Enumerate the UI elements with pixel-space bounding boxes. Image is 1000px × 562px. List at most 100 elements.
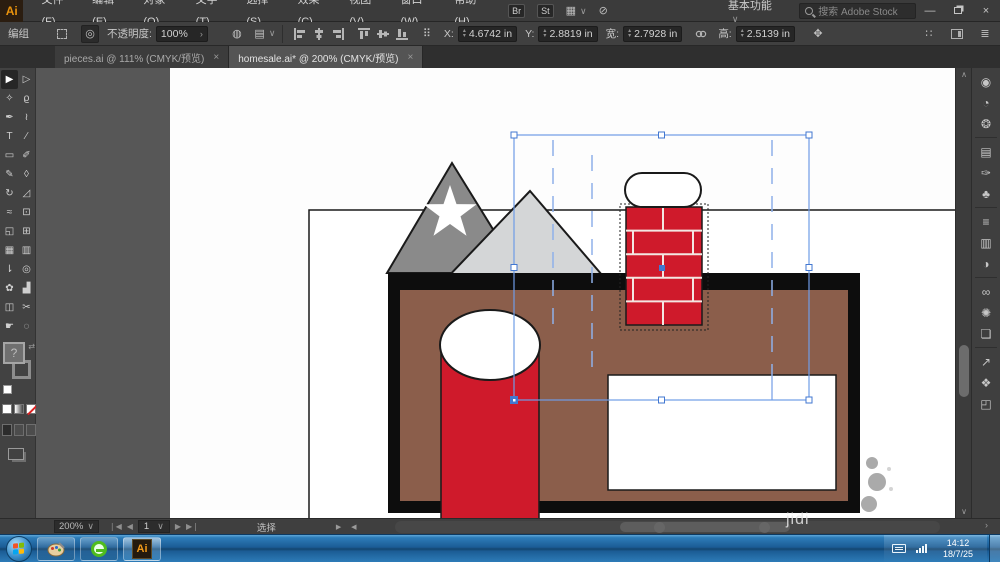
panel-collapse-icon[interactable] (948, 25, 966, 43)
show-desktop-button[interactable] (989, 535, 1000, 562)
stepper-icon[interactable]: ▴▾ (741, 29, 744, 39)
selection-tool[interactable]: ▶ (1, 70, 18, 89)
bounding-box-icon[interactable] (53, 25, 71, 43)
handle-bottom-mid[interactable] (659, 397, 665, 403)
tab-close-icon[interactable]: × (213, 52, 219, 63)
restore-button[interactable] (944, 0, 972, 22)
close-button[interactable]: × (972, 0, 1000, 22)
vertical-scrollbar[interactable]: ∧ ∨ (955, 68, 971, 518)
vertical-scroll-thumb[interactable] (959, 345, 969, 397)
y-input[interactable]: ▴▾2.8819 in (538, 26, 597, 42)
scroll-down-icon[interactable]: ∨ (956, 507, 972, 516)
rotate-tool[interactable]: ↻ (1, 184, 18, 203)
handle-mid-right[interactable] (806, 265, 812, 271)
tab-pieces[interactable]: pieces.ai @ 111% (CMYK/预览) × (55, 46, 229, 68)
transform-icon[interactable]: ✥ (809, 25, 827, 43)
artboard-number-dropdown[interactable]: 1 ∨ (138, 520, 170, 533)
door-shape[interactable] (608, 375, 836, 490)
color-swatch-button[interactable] (2, 404, 12, 414)
tab-close-icon[interactable]: × (407, 52, 413, 63)
hand-tool[interactable]: ☛ (1, 317, 18, 336)
links-panel-icon[interactable]: ❏ (974, 323, 998, 344)
draw-behind-mode-button[interactable] (14, 424, 24, 436)
curvature-tool[interactable]: ≀ (18, 108, 35, 127)
next-artboard-button[interactable]: ▶ (175, 522, 181, 531)
align-top-button[interactable] (356, 26, 373, 42)
prev-artboard-button[interactable]: ◀ (127, 522, 133, 531)
blend-tool[interactable]: ◎ (18, 260, 35, 279)
pen-tool[interactable]: ✒ (1, 108, 18, 127)
draw-normal-mode-button[interactable] (2, 424, 12, 436)
smoke-capsule-shape[interactable] (625, 173, 701, 207)
stock-icon[interactable]: St (537, 4, 554, 18)
fill-stroke-widget[interactable]: ? ⇄ (3, 342, 33, 394)
paintbrush-tool[interactable]: ✐ (18, 146, 35, 165)
horizontal-scrollbar[interactable] (395, 521, 940, 533)
distribute-grid-icon[interactable]: ⠿ (418, 25, 436, 43)
bridge-icon[interactable]: Br (508, 4, 525, 18)
swatches-panel-icon[interactable]: ▤ (974, 141, 998, 162)
x-input[interactable]: ▴▾4.6742 in (458, 26, 517, 42)
color-panel-icon[interactable]: ◉ (974, 71, 998, 92)
mesh-tool[interactable]: ▦ (1, 241, 18, 260)
direct-selection-tool[interactable]: ▷ (18, 70, 35, 89)
align-left-button[interactable] (292, 26, 309, 42)
status-menu-arrow[interactable]: ▶ ◀ (336, 523, 361, 531)
browser-taskbar-button[interactable] (80, 537, 118, 561)
opacity-dropdown[interactable]: 100% › (156, 26, 208, 42)
perspective-grid-tool[interactable]: ⊞ (18, 222, 35, 241)
language-keyboard-icon[interactable] (892, 544, 906, 553)
column-graph-tool[interactable]: ▟ (18, 279, 35, 298)
minimize-button[interactable]: — (916, 0, 944, 22)
draw-inside-mode-button[interactable] (26, 424, 36, 436)
cylinder-top-ellipse[interactable] (440, 310, 540, 380)
recolor-artwork-panel-icon[interactable]: ❂ (974, 113, 998, 134)
arrange-documents-icon[interactable]: ▦∨ (566, 4, 587, 17)
color-guide-panel-icon[interactable]: ◔ (974, 92, 998, 113)
slice-tool[interactable]: ✂ (18, 298, 35, 317)
control-menu-icon[interactable]: ≣ (976, 25, 994, 43)
illustrator-taskbar-button[interactable]: Ai (123, 537, 161, 561)
gradient-swatch-button[interactable] (14, 404, 24, 414)
target-icon[interactable]: ◎ (81, 25, 99, 43)
tab-homesale[interactable]: homesale.ai* @ 200% (CMYK/预览) × (229, 46, 423, 68)
align-bottom-button[interactable] (394, 26, 411, 42)
shape-builder-tool[interactable]: ◱ (1, 222, 18, 241)
zoom-tool[interactable]: ◌ (18, 317, 35, 336)
transparency-panel-icon[interactable]: ◑ (974, 253, 998, 274)
symbols-panel-icon[interactable]: ♣ (974, 183, 998, 204)
recolor-artwork-icon[interactable]: ◍ (228, 25, 246, 43)
last-artboard-button[interactable]: ▶❘ (186, 522, 199, 531)
lasso-tool[interactable]: ϱ (18, 89, 35, 108)
scroll-right-icon[interactable]: › (985, 520, 988, 530)
fill-swatch[interactable]: ? (3, 342, 25, 364)
stock-search-input[interactable]: 搜索 Adobe Stock (799, 3, 916, 19)
rectangle-tool[interactable]: ▭ (1, 146, 18, 165)
paint-taskbar-button[interactable] (37, 537, 75, 561)
height-input[interactable]: ▴▾2.5139 in (736, 26, 795, 42)
artboard-tool[interactable]: ◫ (1, 298, 18, 317)
stock-panel-icon[interactable]: ✺ (974, 302, 998, 323)
eyedropper-tool[interactable]: ⇂ (1, 260, 18, 279)
handle-top-mid[interactable] (659, 132, 665, 138)
artboards-panel-icon[interactable]: ◰ (974, 393, 998, 414)
libraries-panel-icon[interactable]: ∞ (974, 281, 998, 302)
workspace-switcher[interactable]: 基本功能∨ (728, 0, 777, 25)
export-panel-icon[interactable]: ↗ (974, 351, 998, 372)
start-button[interactable] (6, 536, 32, 562)
default-fill-stroke-icon[interactable] (3, 385, 12, 394)
magic-wand-tool[interactable]: ✧ (1, 89, 18, 108)
network-signal-icon[interactable] (916, 544, 927, 553)
scale-tool[interactable]: ◿ (18, 184, 35, 203)
type-tool[interactable]: T (1, 127, 18, 146)
handle-mid-left[interactable] (511, 265, 517, 271)
gradient-panel-icon[interactable]: ▥ (974, 232, 998, 253)
shaper-tool[interactable]: ✎ (1, 165, 18, 184)
handle-top-right[interactable] (806, 132, 812, 138)
link-dimensions-icon[interactable] (692, 25, 710, 43)
align-right-button[interactable] (330, 26, 347, 42)
brushes-panel-icon[interactable]: ✑ (974, 162, 998, 183)
stepper-icon[interactable]: ▴▾ (463, 29, 466, 39)
taskbar-clock[interactable]: 14:12 18/7/25 (937, 538, 979, 560)
scroll-up-icon[interactable]: ∧ (956, 70, 972, 79)
